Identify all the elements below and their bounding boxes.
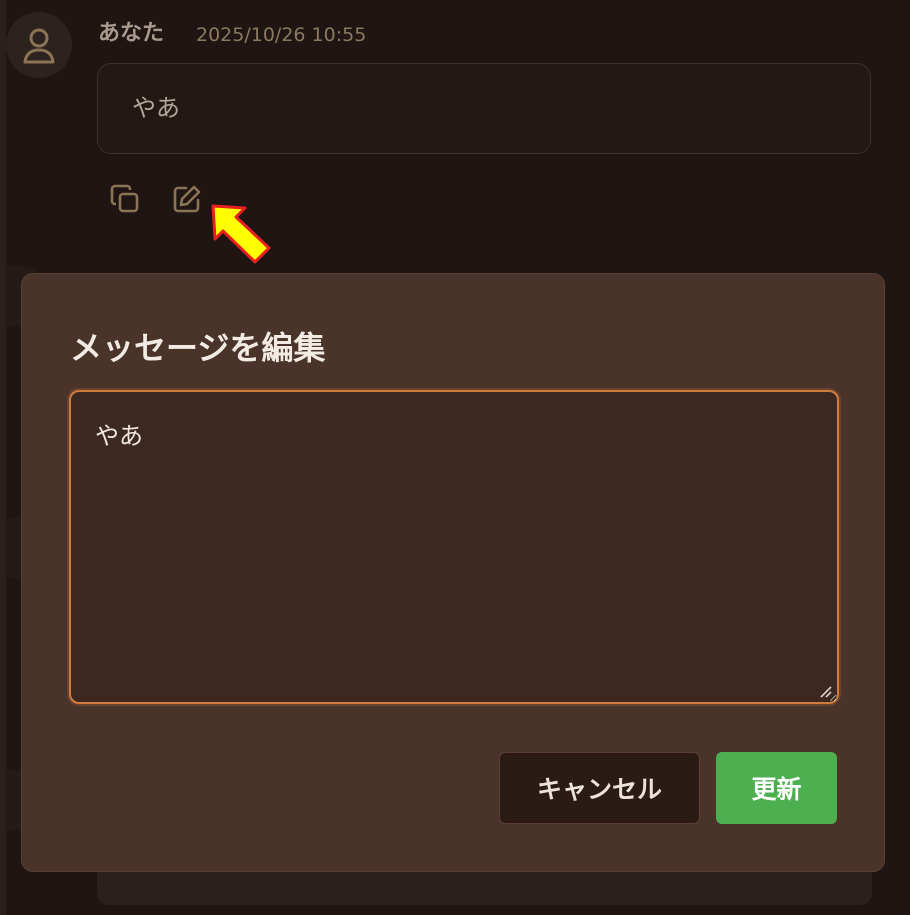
highlight-arrow-icon <box>211 204 271 264</box>
message-edit-textarea[interactable]: やあ <box>69 390 839 704</box>
message-text: やあ <box>132 94 180 122</box>
update-button[interactable]: 更新 <box>716 752 837 824</box>
copy-icon <box>110 184 139 213</box>
avatar <box>6 12 72 78</box>
edit-message-modal: メッセージを編集 やあ キャンセル 更新 <box>21 273 885 872</box>
modal-title: メッセージを編集 <box>70 329 326 367</box>
edit-icon <box>173 185 201 213</box>
resize-handle-icon[interactable] <box>818 684 832 698</box>
cancel-button[interactable]: キャンセル <box>499 752 700 824</box>
message-author: あなた <box>98 21 165 46</box>
copy-button[interactable] <box>108 182 142 216</box>
message-timestamp: 2025/10/26 10:55 <box>196 24 367 46</box>
message-bubble: やあ <box>97 63 871 154</box>
edit-button[interactable] <box>170 182 204 216</box>
user-icon <box>23 28 55 64</box>
